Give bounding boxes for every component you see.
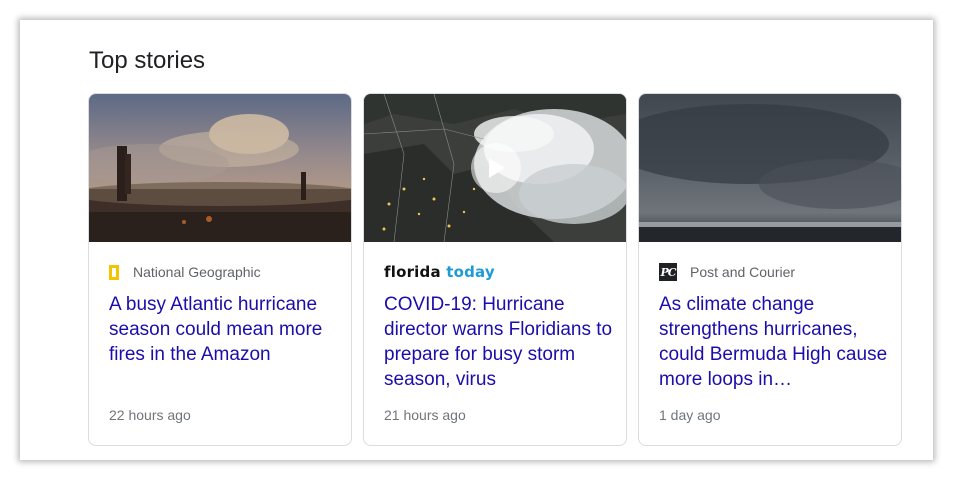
story-timestamp: 22 hours ago	[109, 407, 191, 423]
story-headline-link[interactable]: A busy Atlantic hurricane season could m…	[109, 292, 339, 367]
story-source: National Geographic	[109, 262, 261, 282]
source-name: Post and Courier	[690, 264, 796, 280]
florida-today-logo: florida today	[384, 263, 495, 281]
top-stories-panel: Top stories National Geographic A busy A…	[20, 20, 933, 460]
story-card[interactable]: florida today COVID-19: Hurricane direct…	[363, 93, 627, 446]
story-thumbnail[interactable]	[364, 94, 626, 242]
play-button[interactable]	[471, 143, 521, 193]
story-thumbnail[interactable]	[89, 94, 351, 242]
section-title: Top stories	[89, 47, 206, 74]
story-headline-link[interactable]: COVID-19: Hurricane director warns Flori…	[384, 292, 614, 392]
story-source: florida today	[384, 262, 495, 282]
post-and-courier-logo-icon: PC	[659, 263, 677, 281]
logo-part-florida: florida	[384, 263, 441, 281]
story-timestamp: 21 hours ago	[384, 407, 466, 423]
source-name: National Geographic	[133, 264, 261, 280]
story-timestamp: 1 day ago	[659, 407, 721, 423]
logo-part-today: today	[446, 263, 495, 281]
story-headline-link[interactable]: As climate change strengthens hurricanes…	[659, 292, 889, 392]
play-icon	[489, 158, 505, 178]
story-source: PC Post and Courier	[659, 262, 795, 282]
national-geographic-logo-icon	[109, 264, 119, 280]
story-card[interactable]: PC Post and Courier As climate change st…	[638, 93, 902, 446]
story-thumbnail[interactable]	[639, 94, 901, 242]
story-card[interactable]: National Geographic A busy Atlantic hurr…	[88, 93, 352, 446]
